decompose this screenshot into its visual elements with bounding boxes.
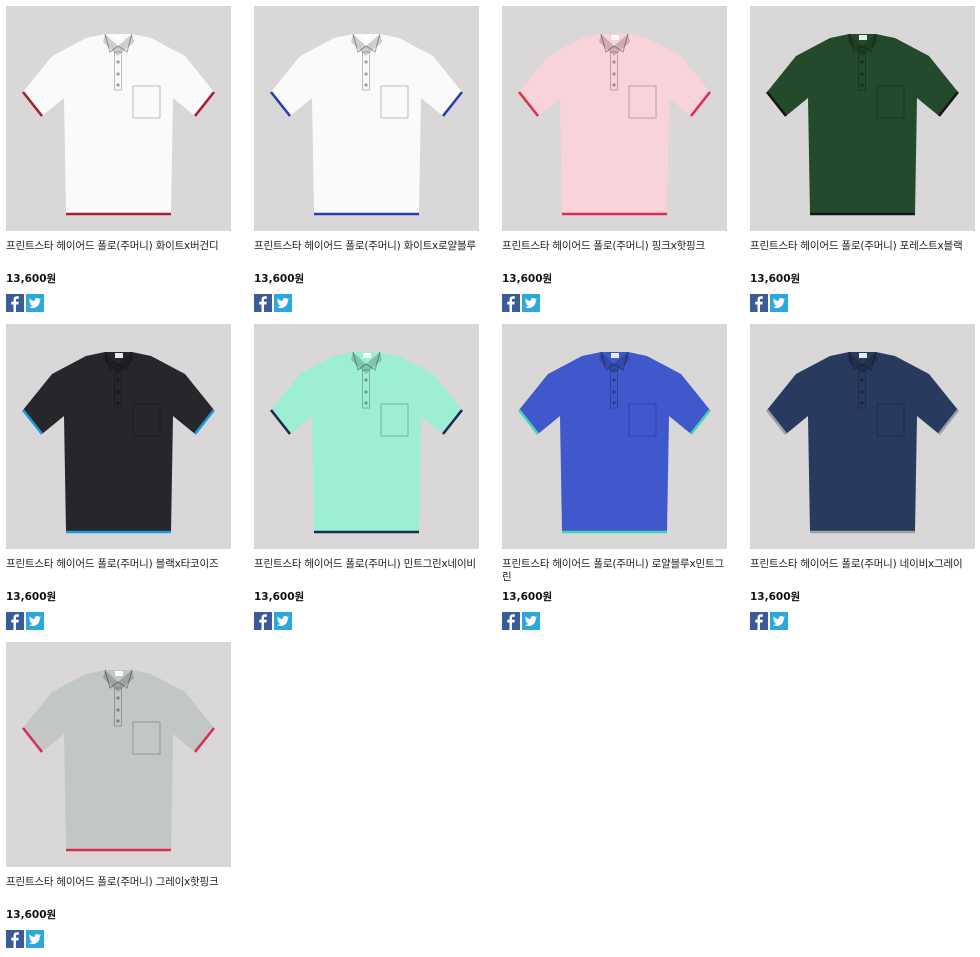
polo-shirt-image bbox=[765, 351, 960, 534]
product-card: 프린트스타 헤이어드 폴로(주머니) 화이트x버건디 13,600원 bbox=[6, 6, 231, 314]
twitter-share-button[interactable] bbox=[522, 612, 540, 630]
product-image[interactable] bbox=[750, 324, 975, 549]
twitter-share-button[interactable] bbox=[26, 294, 44, 312]
product-image[interactable] bbox=[6, 324, 231, 549]
twitter-share-button[interactable] bbox=[770, 294, 788, 312]
facebook-icon bbox=[259, 296, 267, 312]
twitter-icon bbox=[524, 616, 537, 626]
product-price: 13,600원 bbox=[6, 591, 57, 603]
facebook-share-button[interactable] bbox=[254, 294, 272, 312]
share-buttons bbox=[502, 294, 727, 312]
product-price: 13,600원 bbox=[502, 273, 553, 285]
facebook-share-button[interactable] bbox=[6, 294, 24, 312]
facebook-share-button[interactable] bbox=[6, 612, 24, 630]
facebook-icon bbox=[507, 614, 515, 630]
product-name[interactable]: 프린트스타 헤이어드 폴로(주머니) 블랙x타코이즈 bbox=[6, 558, 231, 584]
polo-shirt-image bbox=[517, 351, 712, 534]
product-card: 프린트스타 헤이어드 폴로(주머니) 그레이x핫핑크 13,600원 bbox=[6, 642, 231, 950]
twitter-icon bbox=[28, 616, 41, 626]
share-buttons bbox=[6, 930, 231, 948]
product-card: 프린트스타 헤이어드 폴로(주머니) 핑크x핫핑크 13,600원 bbox=[502, 6, 727, 314]
twitter-share-button[interactable] bbox=[274, 612, 292, 630]
product-price: 13,600원 bbox=[254, 273, 305, 285]
product-name[interactable]: 프린트스타 헤이어드 폴로(주머니) 핑크x핫핑크 bbox=[502, 240, 727, 266]
share-buttons bbox=[750, 612, 975, 630]
product-name[interactable]: 프린트스타 헤이어드 폴로(주머니) 네이비x그레이 bbox=[750, 558, 975, 584]
product-price: 13,600원 bbox=[502, 591, 553, 603]
share-buttons bbox=[254, 294, 479, 312]
facebook-share-button[interactable] bbox=[502, 612, 520, 630]
twitter-icon bbox=[28, 934, 41, 944]
polo-shirt-image bbox=[21, 351, 216, 534]
twitter-icon bbox=[276, 616, 289, 626]
facebook-icon bbox=[507, 296, 515, 312]
twitter-icon bbox=[276, 298, 289, 308]
product-name[interactable]: 프린트스타 헤이어드 폴로(주머니) 포레스트x블랙 bbox=[750, 240, 975, 266]
facebook-icon bbox=[11, 296, 19, 312]
twitter-share-button[interactable] bbox=[26, 612, 44, 630]
product-price: 13,600원 bbox=[750, 273, 801, 285]
polo-shirt-image bbox=[21, 669, 216, 852]
twitter-share-button[interactable] bbox=[522, 294, 540, 312]
product-image[interactable] bbox=[6, 642, 231, 867]
product-name[interactable]: 프린트스타 헤이어드 폴로(주머니) 화이트x버건디 bbox=[6, 240, 231, 266]
polo-shirt-image bbox=[21, 33, 216, 216]
share-buttons bbox=[502, 612, 727, 630]
share-buttons bbox=[6, 294, 231, 312]
facebook-icon bbox=[11, 614, 19, 630]
product-card: 프린트스타 헤이어드 폴로(주머니) 화이트x로얄블루 13,600원 bbox=[254, 6, 479, 314]
product-image[interactable] bbox=[254, 6, 479, 231]
product-image[interactable] bbox=[750, 6, 975, 231]
facebook-share-button[interactable] bbox=[750, 294, 768, 312]
product-card: 프린트스타 헤이어드 폴로(주머니) 민트그린x네이비 13,600원 bbox=[254, 324, 479, 632]
product-name[interactable]: 프린트스타 헤이어드 폴로(주머니) 그레이x핫핑크 bbox=[6, 876, 231, 902]
product-name[interactable]: 프린트스타 헤이어드 폴로(주머니) 로얄블루x민트그린 bbox=[502, 558, 727, 584]
share-buttons bbox=[750, 294, 975, 312]
polo-shirt-image bbox=[269, 33, 464, 216]
product-image[interactable] bbox=[6, 6, 231, 231]
product-card: 프린트스타 헤이어드 폴로(주머니) 로얄블루x민트그린 13,600원 bbox=[502, 324, 727, 632]
facebook-share-button[interactable] bbox=[6, 930, 24, 948]
facebook-icon bbox=[259, 614, 267, 630]
product-image[interactable] bbox=[502, 6, 727, 231]
facebook-share-button[interactable] bbox=[254, 612, 272, 630]
twitter-share-button[interactable] bbox=[770, 612, 788, 630]
twitter-icon bbox=[28, 298, 41, 308]
product-image[interactable] bbox=[502, 324, 727, 549]
twitter-share-button[interactable] bbox=[274, 294, 292, 312]
facebook-share-button[interactable] bbox=[750, 612, 768, 630]
twitter-icon bbox=[772, 616, 785, 626]
polo-shirt-image bbox=[765, 33, 960, 216]
twitter-icon bbox=[524, 298, 537, 308]
product-grid: 프린트스타 헤이어드 폴로(주머니) 화이트x버건디 13,600원 프린트스타… bbox=[6, 6, 975, 950]
product-name[interactable]: 프린트스타 헤이어드 폴로(주머니) 화이트x로얄블루 bbox=[254, 240, 479, 266]
product-image[interactable] bbox=[254, 324, 479, 549]
share-buttons bbox=[254, 612, 479, 630]
product-price: 13,600원 bbox=[254, 591, 305, 603]
product-price: 13,600원 bbox=[750, 591, 801, 603]
facebook-share-button[interactable] bbox=[502, 294, 520, 312]
product-price: 13,600원 bbox=[6, 273, 57, 285]
twitter-icon bbox=[772, 298, 785, 308]
facebook-icon bbox=[755, 614, 763, 630]
product-card: 프린트스타 헤이어드 폴로(주머니) 포레스트x블랙 13,600원 bbox=[750, 6, 975, 314]
product-name[interactable]: 프린트스타 헤이어드 폴로(주머니) 민트그린x네이비 bbox=[254, 558, 479, 584]
polo-shirt-image bbox=[517, 33, 712, 216]
product-price: 13,600원 bbox=[6, 909, 57, 921]
share-buttons bbox=[6, 612, 231, 630]
facebook-icon bbox=[755, 296, 763, 312]
product-card: 프린트스타 헤이어드 폴로(주머니) 블랙x타코이즈 13,600원 bbox=[6, 324, 231, 632]
product-card: 프린트스타 헤이어드 폴로(주머니) 네이비x그레이 13,600원 bbox=[750, 324, 975, 632]
twitter-share-button[interactable] bbox=[26, 930, 44, 948]
facebook-icon bbox=[11, 932, 19, 948]
polo-shirt-image bbox=[269, 351, 464, 534]
